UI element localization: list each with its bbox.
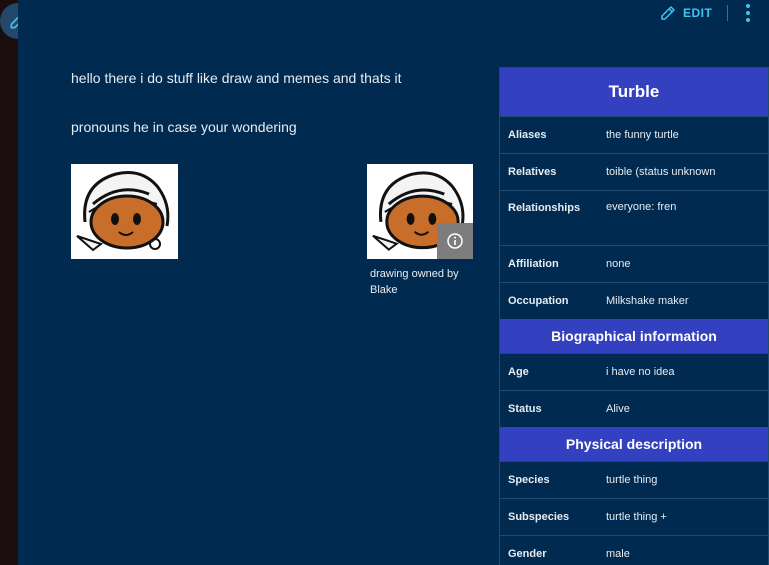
character-infobox: Turble Aliases the funny turtle Relative… <box>499 67 769 565</box>
main-content: EDIT hello there i do stuff like draw an… <box>18 0 769 565</box>
more-vertical-icon <box>746 4 750 22</box>
infobox-row-status: Status Alive <box>500 390 768 427</box>
infobox-value: everyone: fren <box>606 201 677 213</box>
infobox-label: Relatives <box>508 166 557 178</box>
infobox-row-species: Species turtle thing <box>500 461 768 498</box>
image-caption: drawing owned by Blake <box>370 268 459 296</box>
infobox-title: Turble <box>500 68 768 116</box>
article-intro: hello there i do stuff like draw and mem… <box>71 70 402 86</box>
infobox-row-relationships: Relationships everyone: fren <box>500 190 768 245</box>
infobox-section-biographical: Biographical information <box>500 319 768 353</box>
infobox-row-relatives: Relatives toible (status unknown <box>500 153 768 190</box>
infobox-value: toible (status unknown <box>606 166 716 178</box>
infobox-section-physical: Physical description <box>500 427 768 461</box>
edit-button-label: EDIT <box>683 6 713 20</box>
infobox-value: none <box>606 258 631 270</box>
infobox-row-subspecies: Subspecies turtle thing + <box>500 498 768 535</box>
infobox-row-age: Age i have no idea <box>500 353 768 390</box>
turtle-image-with-caption[interactable] <box>367 164 473 259</box>
infobox-row-occupation: Occupation Milkshake maker <box>500 282 768 319</box>
infobox-label: Subspecies <box>508 511 570 523</box>
infobox-value: i have no idea <box>606 366 675 378</box>
infobox-value: turtle thing <box>606 474 658 486</box>
left-rail <box>0 0 18 565</box>
turtle-drawing <box>76 171 170 252</box>
toolbar-divider <box>727 5 728 21</box>
infobox-row-affiliation: Affiliation none <box>500 245 768 282</box>
article-pronouns: pronouns he in case your wondering <box>71 119 297 135</box>
edit-button[interactable]: EDIT <box>659 3 712 23</box>
infobox-row-gender: Gender male <box>500 535 768 565</box>
infobox-value: male <box>606 548 630 560</box>
infobox-label: Species <box>508 474 550 486</box>
infobox-value: the funny turtle <box>606 129 679 141</box>
turtle-image[interactable] <box>71 164 178 259</box>
infobox-label: Gender <box>508 548 547 560</box>
infobox-value: Alive <box>606 403 630 415</box>
infobox-label: Age <box>508 366 529 378</box>
infobox-row-aliases: Aliases the funny turtle <box>500 116 768 153</box>
info-icon <box>447 233 463 249</box>
infobox-label: Status <box>508 403 542 415</box>
image-info-button[interactable] <box>437 223 473 259</box>
infobox-value: Milkshake maker <box>606 295 689 307</box>
infobox-label: Occupation <box>508 295 569 307</box>
pencil-icon <box>661 6 675 20</box>
infobox-label: Affiliation <box>508 258 559 270</box>
infobox-label: Aliases <box>508 129 547 141</box>
more-options-button[interactable] <box>740 3 756 23</box>
infobox-label: Relationships <box>508 202 581 214</box>
infobox-value: turtle thing + <box>606 511 667 523</box>
